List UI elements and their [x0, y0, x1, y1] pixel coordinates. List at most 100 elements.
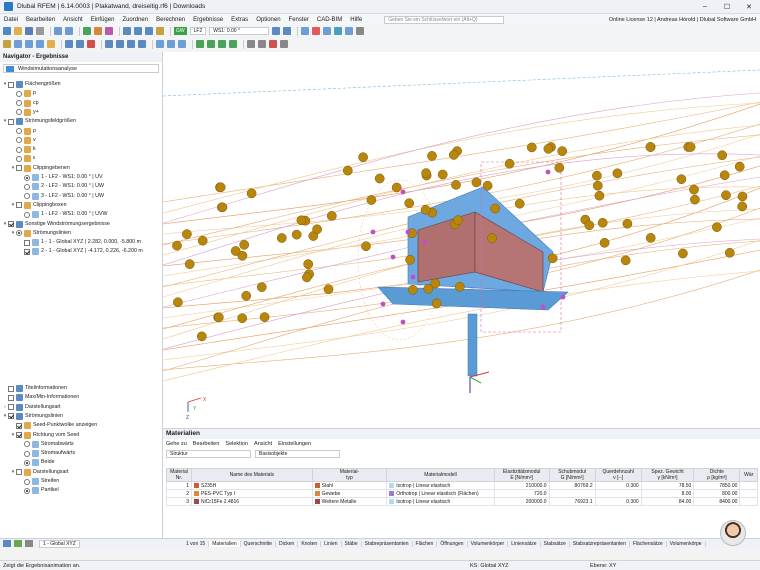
delete-icon[interactable]: [269, 40, 277, 48]
tree-row[interactable]: k: [10, 145, 36, 154]
display-nav-icon[interactable]: [14, 540, 22, 547]
tree-radio[interactable]: [24, 487, 30, 494]
tree-radio[interactable]: [16, 109, 22, 116]
table-header-cell[interactable]: Schubmodul G [N/mm²]: [548, 468, 596, 482]
table-row[interactable]: 1 S235H Stahl Isotrop | Linear elastisch 210…: [166, 481, 758, 490]
node-icon[interactable]: [14, 40, 22, 48]
view-x-icon[interactable]: [207, 40, 215, 48]
results-menu-edit[interactable]: Bearbeiten: [190, 441, 223, 447]
member-icon[interactable]: [36, 40, 44, 48]
calculate-icon[interactable]: [83, 27, 91, 35]
tree-row[interactable]: Stromaufwärts: [18, 449, 75, 458]
tree-row[interactable]: ▾ Sonstige Windströmungsergebnisse: [2, 220, 110, 229]
tree-row[interactable]: p: [10, 89, 36, 98]
tree-radio[interactable]: [24, 183, 30, 190]
tab-13[interactable]: Flächensätze: [630, 540, 667, 547]
tab-1[interactable]: Querschnitte: [241, 540, 277, 547]
menu-insert[interactable]: Einfügen: [87, 17, 119, 23]
tree-row[interactable]: 2 - 1 - Global XYZ | -4.172, 0.226, -6.2…: [18, 247, 143, 256]
filter-icon[interactable]: [280, 40, 288, 48]
load-icon[interactable]: [87, 40, 95, 48]
report-icon[interactable]: [105, 27, 113, 35]
tree-row[interactable]: cp: [10, 99, 39, 108]
tree-radio[interactable]: [16, 90, 22, 97]
tab-11[interactable]: Stabsätze: [541, 540, 570, 547]
tree-radio[interactable]: [16, 146, 22, 153]
menu-view[interactable]: Ansicht: [59, 17, 87, 23]
menu-calculate[interactable]: Berechnen: [152, 17, 189, 23]
material-name[interactable]: PES-PVC Typ I: [191, 489, 313, 498]
display-icon[interactable]: [156, 27, 164, 35]
tab-0[interactable]: Materialien: [209, 540, 241, 547]
table-row[interactable]: 3 NiCr15Fe 2.4816 Weitere Metalle Isotrop |…: [166, 497, 758, 506]
table-header-cell[interactable]: Querdehnzahl ν [--]: [594, 468, 642, 482]
tree-row[interactable]: ▾ Strömungslinien: [2, 412, 63, 421]
minimize-button[interactable]: –: [694, 3, 716, 11]
table-header-cell[interactable]: Elastizitätsmodul E [N/mm²]: [493, 468, 550, 482]
table-header-cell[interactable]: Material- typ: [311, 468, 388, 482]
tree-radio[interactable]: [24, 193, 30, 200]
new-file-icon[interactable]: [3, 27, 11, 35]
tab-8[interactable]: Öffnungen: [437, 540, 468, 547]
tree-checkbox[interactable]: [16, 165, 22, 172]
hinge-icon[interactable]: [76, 40, 84, 48]
menu-edit[interactable]: Bearbeiten: [22, 17, 59, 23]
tree-row[interactable]: ▾ Clippingboxen: [10, 201, 67, 210]
line-icon[interactable]: [25, 40, 33, 48]
tab-2[interactable]: Dicken: [276, 540, 299, 547]
tree-row[interactable]: Max/Min-Informationen: [2, 393, 79, 402]
tree-radio[interactable]: [24, 459, 30, 466]
tree-row[interactable]: Streifen: [18, 477, 59, 486]
rotate-icon[interactable]: [145, 27, 153, 35]
tree-row[interactable]: Titelinformationen: [2, 384, 67, 393]
deformation-icon[interactable]: [312, 27, 321, 35]
tree-row[interactable]: ▾ Strömungslinien: [10, 229, 71, 238]
view-icon[interactable]: [123, 27, 131, 35]
section-icon[interactable]: [323, 27, 332, 35]
tree-checkbox[interactable]: [16, 202, 22, 209]
view-z-icon[interactable]: [229, 40, 237, 48]
mirror-icon[interactable]: [127, 40, 135, 48]
data-nav-icon[interactable]: [3, 540, 11, 547]
print-icon[interactable]: [36, 27, 44, 35]
result-display-icon[interactable]: [301, 27, 310, 35]
view-nav-icon[interactable]: [25, 540, 33, 547]
navigator-selector[interactable]: Windsimulationsanalyse: [3, 64, 159, 73]
tree-row[interactable]: 1 - 1 - Global XYZ | 2.282, 0.000, -5.80…: [18, 238, 141, 247]
table-header-cell[interactable]: Spez. Gewicht γ [kN/m³]: [640, 468, 695, 482]
table-header-cell[interactable]: Dichte ρ [kg/m³]: [693, 468, 741, 482]
copy-icon[interactable]: [105, 40, 113, 48]
tree-radio[interactable]: [24, 174, 30, 181]
search-input[interactable]: Geben Sie ein Schlüsselwort ein (Alt+Q): [384, 15, 505, 24]
tree-row[interactable]: ▾ Darstellungsart: [10, 468, 69, 477]
tree-row[interactable]: Seed-Punktwolke anzeigen: [10, 421, 97, 430]
table-header-cell[interactable]: Material Nr.: [166, 468, 192, 482]
settings-icon[interactable]: [356, 27, 365, 35]
dimension-icon[interactable]: [258, 40, 266, 48]
maximize-button[interactable]: ☐: [716, 3, 738, 11]
tree-checkbox[interactable]: [24, 239, 30, 246]
save-icon[interactable]: [25, 27, 33, 35]
tab-12[interactable]: Stabsatzrepräsentanten: [570, 540, 630, 547]
tree-radio[interactable]: [16, 100, 22, 107]
tab-6[interactable]: Stabrepräsentanten: [362, 540, 413, 547]
workplane-icon[interactable]: [178, 40, 186, 48]
tree-row[interactable]: ▾ Flächengrößen: [2, 80, 61, 89]
table-row[interactable]: 2 PES-PVC Typ I Gewebe Orthotrop | Linear e…: [166, 489, 758, 498]
tree-row[interactable]: Partikel: [18, 486, 59, 495]
tree-row[interactable]: ▾ Richtung vom Seed: [10, 431, 79, 440]
tree-radio[interactable]: [24, 478, 30, 485]
tree-row[interactable]: Stromabwärts: [18, 440, 74, 449]
tree-checkbox[interactable]: [16, 432, 22, 438]
tree-radio[interactable]: [16, 128, 22, 134]
tab-7[interactable]: Flächen: [413, 540, 438, 547]
tree-checkbox[interactable]: [8, 394, 14, 401]
tree-radio[interactable]: [24, 211, 30, 218]
view-y-icon[interactable]: [218, 40, 226, 48]
results-menu-settings[interactable]: Einstellungen: [275, 441, 314, 447]
move-icon[interactable]: [116, 40, 124, 48]
tree-radio[interactable]: [16, 155, 22, 162]
tree-checkbox[interactable]: [24, 248, 30, 255]
tree-row[interactable]: ▾ Clippingebenen: [10, 164, 70, 173]
model-viewport[interactable]: X Z Y: [163, 52, 760, 428]
